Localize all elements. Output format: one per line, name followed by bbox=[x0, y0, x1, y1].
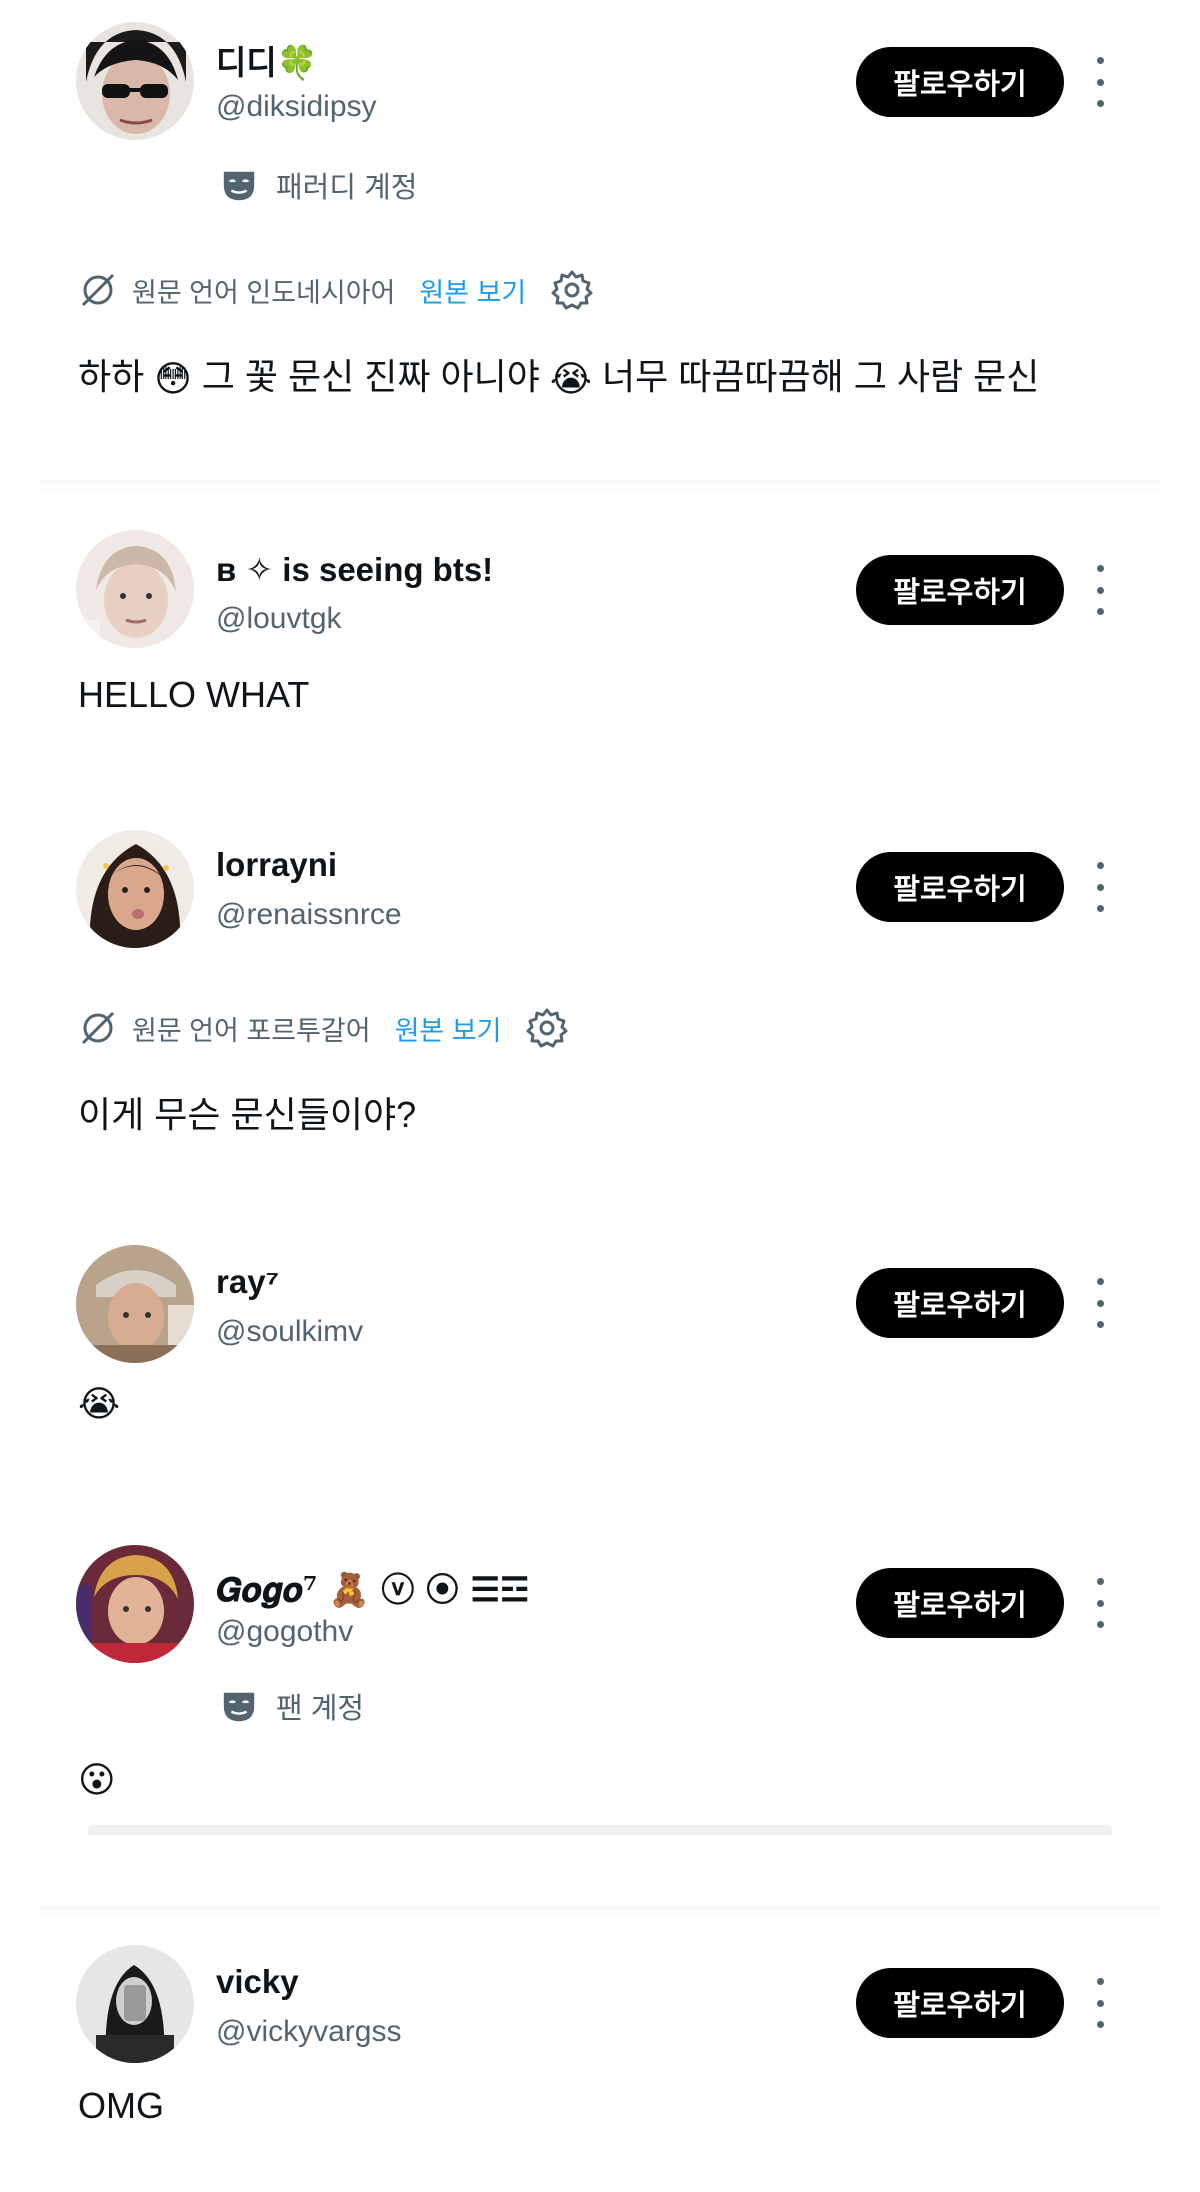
avatar[interactable] bbox=[76, 830, 194, 948]
flushed-face-emoji: 😳 bbox=[154, 358, 192, 400]
translation-label: 원문 언어 포르투갈어 bbox=[132, 1015, 371, 1046]
divider bbox=[40, 480, 1160, 494]
text-part: 그 꽃 문신 진짜 아니야 bbox=[191, 356, 550, 397]
translation-bar: 원문 언어 포르투갈어 원본 보기 bbox=[78, 1006, 569, 1050]
more-vertical-icon[interactable] bbox=[1090, 1278, 1110, 1328]
more-vertical-icon[interactable] bbox=[1090, 1978, 1110, 2028]
translate-icon bbox=[81, 1011, 115, 1045]
follow-button[interactable]: 팔로우하기 bbox=[856, 1568, 1064, 1638]
display-name[interactable]: ray⁷ bbox=[216, 1263, 279, 1301]
mask-icon bbox=[223, 1692, 255, 1722]
follow-button[interactable]: 팔로우하기 bbox=[856, 852, 1064, 922]
text-part: 너무 따끔따끔해 그 사람 문신 bbox=[591, 356, 1040, 397]
reply-text: HELLO WHAT bbox=[78, 674, 310, 715]
user-handle[interactable]: @vickyvargss bbox=[216, 2015, 401, 2049]
display-name[interactable]: ʙ ✧ is seeing bts! bbox=[216, 550, 493, 589]
gear-icon[interactable] bbox=[550, 268, 594, 312]
user-handle[interactable]: @soulkimv bbox=[216, 1315, 363, 1349]
reply-6: vicky @vickyvargss 팔로우하기 OMG bbox=[0, 1935, 1200, 2192]
follow-button[interactable]: 팔로우하기 bbox=[856, 47, 1064, 117]
surprised-face-emoji: 😮 bbox=[78, 1759, 116, 1800]
reply-3: lorrayni @renaissnrce 팔로우하기 원문 언어 포르투갈어 … bbox=[0, 820, 1200, 1220]
gear-icon[interactable] bbox=[525, 1006, 569, 1050]
badge-label: 팬 계정 bbox=[276, 1693, 365, 1725]
display-name[interactable]: 디디🍀 bbox=[216, 36, 318, 84]
follow-button[interactable]: 팔로우하기 bbox=[856, 1268, 1064, 1338]
text-part: 하하 bbox=[78, 356, 155, 397]
user-handle[interactable]: @diksidipsy bbox=[216, 90, 377, 124]
display-name[interactable]: vicky bbox=[216, 1963, 299, 2001]
show-original-link[interactable]: 원본 보기 bbox=[395, 1009, 502, 1048]
reply-text: 하하 😳 그 꽃 문신 진짜 아니야 😭 너무 따끔따끔해 그 사람 문신 bbox=[78, 348, 1039, 400]
display-name[interactable]: 𝑮𝒐𝒈𝒐⁷ 🧸 ⓥ ⦿ ☰☲ bbox=[216, 1563, 530, 1611]
divider bbox=[88, 1825, 1112, 1835]
crying-face-emoji: 😭 bbox=[549, 358, 592, 400]
translate-icon bbox=[81, 273, 115, 307]
reply-text: OMG bbox=[78, 2085, 164, 2126]
reply-4: ray⁷ @soulkimv 팔로우하기 😭 bbox=[0, 1235, 1200, 1485]
avatar[interactable] bbox=[76, 1545, 194, 1663]
more-vertical-icon[interactable] bbox=[1090, 565, 1110, 615]
divider bbox=[40, 1905, 1160, 1919]
more-vertical-icon[interactable] bbox=[1090, 1578, 1110, 1628]
avatar[interactable] bbox=[76, 1945, 194, 2063]
avatar[interactable] bbox=[76, 1245, 194, 1363]
follow-button[interactable]: 팔로우하기 bbox=[856, 1968, 1064, 2038]
display-name[interactable]: lorrayni bbox=[216, 846, 337, 884]
more-vertical-icon[interactable] bbox=[1090, 862, 1110, 912]
reply-1: 디디🍀 @diksidipsy 팔로우하기 패러디 계정 원문 언어 인도네시아… bbox=[0, 0, 1200, 480]
reply-2: ʙ ✧ is seeing bts! @louvtgk 팔로우하기 HELLO … bbox=[0, 520, 1200, 790]
avatar[interactable] bbox=[76, 22, 194, 140]
reply-text: 이게 무슨 문신들이야? bbox=[78, 1094, 417, 1135]
translation-label: 원문 언어 인도네시아어 bbox=[132, 277, 396, 308]
user-handle[interactable]: @renaissnrce bbox=[216, 898, 402, 932]
show-original-link[interactable]: 원본 보기 bbox=[419, 271, 526, 310]
reply-5: 𝑮𝒐𝒈𝒐⁷ 🧸 ⓥ ⦿ ☰☲ @gogothv 팔로우하기 팬 계정 😮 bbox=[0, 1535, 1200, 1865]
user-handle[interactable]: @gogothv bbox=[216, 1615, 353, 1649]
fan-account-badge: 팬 계정 bbox=[220, 1685, 364, 1727]
user-handle[interactable]: @louvtgk bbox=[216, 602, 342, 636]
more-vertical-icon[interactable] bbox=[1090, 57, 1110, 107]
translation-bar: 원문 언어 인도네시아어 원본 보기 bbox=[78, 268, 594, 312]
badge-label: 패러디 계정 bbox=[276, 172, 418, 204]
parody-account-badge: 패러디 계정 bbox=[220, 164, 417, 206]
mask-icon bbox=[223, 171, 255, 201]
crying-face-emoji: 😭 bbox=[78, 1383, 121, 1424]
avatar[interactable] bbox=[76, 530, 194, 648]
follow-button[interactable]: 팔로우하기 bbox=[856, 555, 1064, 625]
